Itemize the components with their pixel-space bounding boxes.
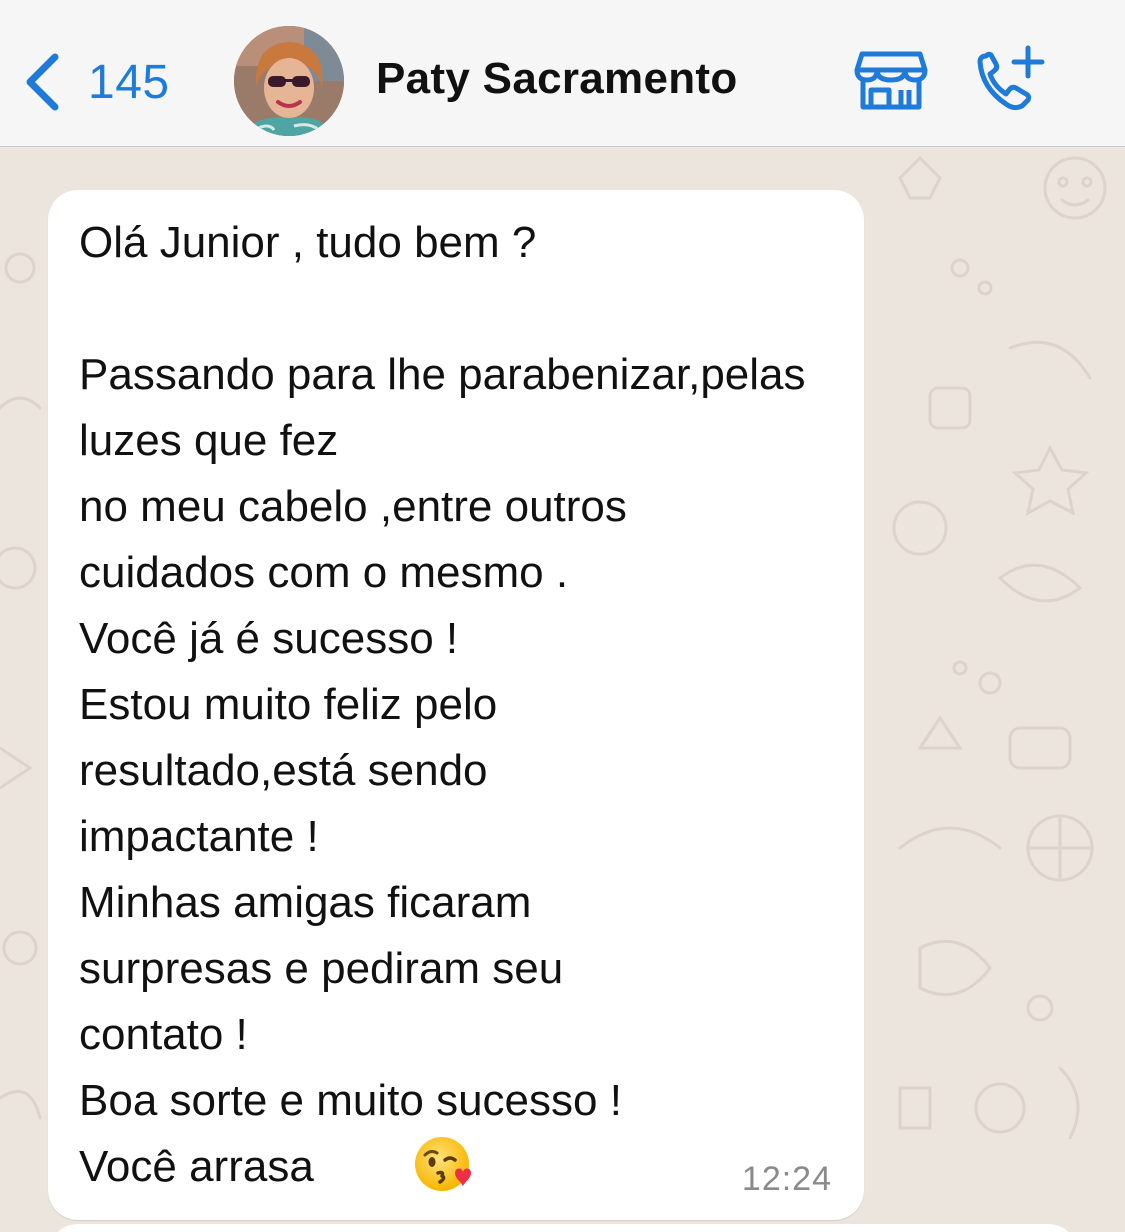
message-timestamp: 12:24	[741, 1160, 832, 1198]
call-button[interactable]	[972, 44, 1046, 112]
message-text: Olá Junior , tudo bem ? Passando para lh…	[79, 218, 806, 1191]
business-button[interactable]	[854, 50, 928, 112]
chat-area: Olá Junior , tudo bem ? Passando para lh…	[0, 148, 1125, 1232]
next-message-bubble[interactable]	[48, 1224, 1078, 1232]
add-call-icon	[972, 44, 1046, 112]
kiss-emoji-icon	[413, 1133, 475, 1195]
storefront-icon	[854, 50, 928, 112]
chat-header: 145 Paty Sacramento	[0, 0, 1125, 147]
avatar[interactable]	[234, 26, 344, 136]
message-bubble[interactable]: Olá Junior , tudo bem ? Passando para lh…	[48, 190, 864, 1220]
chevron-left-icon	[22, 51, 62, 113]
unread-count: 145	[88, 55, 170, 109]
back-button[interactable]: 145	[22, 44, 170, 120]
contact-name[interactable]: Paty Sacramento	[376, 54, 738, 104]
